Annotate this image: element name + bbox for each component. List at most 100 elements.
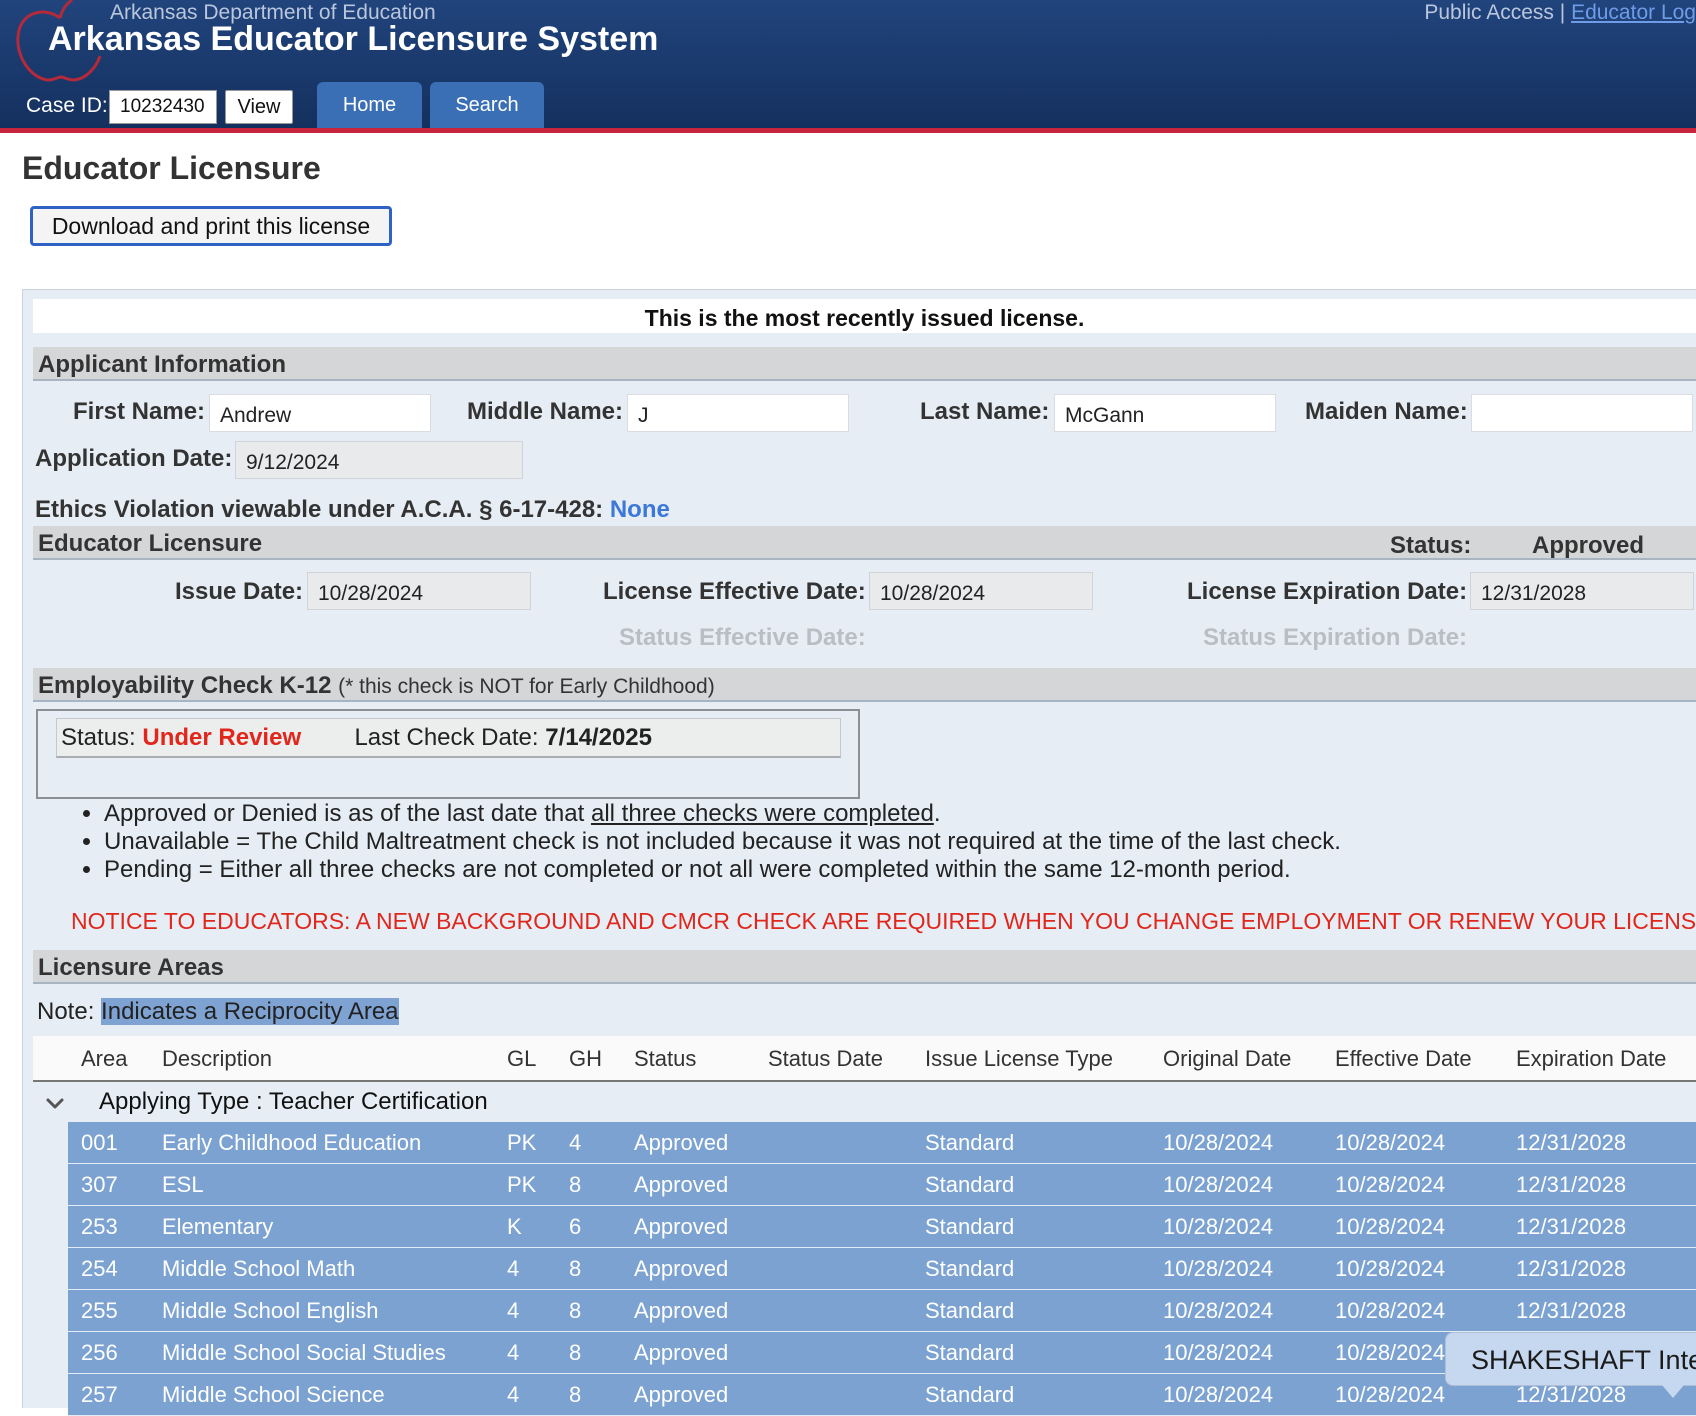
cell-area: 253: [81, 1214, 118, 1239]
ethics-violation-value[interactable]: None: [610, 496, 670, 523]
table-row[interactable]: 001 Early Childhood Education PK 4 Approved S…: [68, 1122, 1696, 1164]
last-name-field: McGann: [1054, 394, 1276, 432]
status-effective-date-label: Status Effective Date:: [619, 624, 866, 651]
link-separator: |: [1559, 1, 1566, 24]
column-header-issue-license-type[interactable]: Issue License Type: [925, 1046, 1113, 1072]
group-label: Applying Type : Teacher Certification: [99, 1088, 488, 1115]
cell-original-date: 10/28/2024: [1163, 1214, 1274, 1239]
top-links: Public Access | Educator Log: [1424, 1, 1696, 25]
column-header-gh[interactable]: GH: [569, 1046, 602, 1072]
column-header-area[interactable]: Area: [81, 1046, 127, 1072]
cell-gl: 4: [507, 1298, 520, 1323]
license-effective-date-field: 10/28/2024: [869, 572, 1093, 610]
ethics-violation: Ethics Violation viewable under A.C.A. §…: [35, 496, 670, 524]
cell-effective-date: 10/28/2024: [1335, 1256, 1446, 1281]
cell-gh: 8: [569, 1256, 582, 1281]
tooltip-tail: [1662, 1385, 1684, 1398]
cell-description: Elementary: [162, 1214, 274, 1239]
legend-item-unavailable: Unavailable = The Child Maltreatment che…: [104, 828, 1341, 856]
table-header: Area Description GL GH Status Status Dat…: [33, 1036, 1696, 1082]
column-header-status-date[interactable]: Status Date: [768, 1046, 883, 1072]
table-row[interactable]: 254 Middle School Math 4 8 Approved Standard 1…: [68, 1248, 1696, 1290]
employability-note: (* this check is NOT for Early Childhood…: [338, 675, 715, 698]
section-licensure-areas: Licensure Areas: [33, 950, 1696, 984]
cell-expiration-date: 12/31/2028: [1516, 1130, 1627, 1155]
cell-gl: K: [507, 1214, 522, 1239]
tab-home[interactable]: Home: [317, 82, 422, 128]
cell-effective-date: 10/28/2024: [1335, 1298, 1446, 1323]
table-row[interactable]: 307 ESL PK 8 Approved Standard 10/28/2024 10/28…: [68, 1164, 1696, 1206]
public-access-link[interactable]: Public Access: [1424, 1, 1554, 24]
cell-status: Approved: [634, 1256, 729, 1281]
employability-legend: Approved or Denied is as of the last dat…: [78, 800, 1341, 884]
column-header-expiration-date[interactable]: Expiration Date: [1516, 1046, 1666, 1072]
cell-area: 257: [81, 1382, 118, 1407]
cell-original-date: 10/28/2024: [1163, 1172, 1274, 1197]
download-license-button[interactable]: Download and print this license: [30, 206, 392, 246]
cell-original-date: 10/28/2024: [1163, 1340, 1274, 1365]
view-button[interactable]: View: [225, 90, 293, 124]
cell-description: Middle School Science: [162, 1382, 385, 1407]
column-header-gl[interactable]: GL: [507, 1046, 536, 1072]
last-check-label: Last Check Date:: [354, 724, 539, 751]
table-row[interactable]: 253 Elementary K 6 Approved Standard 10/28/202…: [68, 1206, 1696, 1248]
cell-effective-date: 10/28/2024: [1335, 1340, 1446, 1365]
license-expiration-date-field: 12/31/2028: [1470, 572, 1694, 610]
cell-original-date: 10/28/2024: [1163, 1382, 1274, 1407]
cell-gh: 8: [569, 1298, 582, 1323]
cell-area: 256: [81, 1340, 118, 1365]
chat-tooltip[interactable]: SHAKESHAFT Inte: [1445, 1332, 1696, 1386]
cell-issue-license-type: Standard: [925, 1130, 1015, 1155]
cell-area: 255: [81, 1298, 118, 1323]
cell-status: Approved: [634, 1298, 729, 1323]
chevron-down-icon[interactable]: [42, 1090, 68, 1116]
group-row-teacher-certification: Applying Type : Teacher Certification: [33, 1082, 1696, 1122]
cell-description: Middle School Social Studies: [162, 1340, 446, 1365]
case-id-input[interactable]: 10232430: [109, 90, 217, 124]
page-title: Educator Licensure: [22, 150, 321, 186]
application-date-field: 9/12/2024: [235, 441, 523, 479]
cell-status: Approved: [634, 1214, 729, 1239]
cell-expiration-date: 12/31/2028: [1516, 1298, 1627, 1323]
column-header-status[interactable]: Status: [634, 1046, 696, 1072]
status-expiration-date-label: Status Expiration Date:: [1203, 624, 1468, 651]
cell-gl: 4: [507, 1340, 520, 1365]
cell-effective-date: 10/28/2024: [1335, 1382, 1446, 1407]
table-row[interactable]: 255 Middle School English 4 8 Approved Standa…: [68, 1290, 1696, 1332]
cell-issue-license-type: Standard: [925, 1214, 1015, 1239]
cell-issue-license-type: Standard: [925, 1382, 1015, 1407]
cell-issue-license-type: Standard: [925, 1256, 1015, 1281]
cell-expiration-date: 12/31/2028: [1516, 1256, 1627, 1281]
cell-description: ESL: [162, 1172, 204, 1197]
cell-gh: 8: [569, 1340, 582, 1365]
issue-date-field: 10/28/2024: [307, 572, 531, 610]
cell-gh: 8: [569, 1172, 582, 1197]
reciprocity-legend: Indicates a Reciprocity Area: [101, 998, 399, 1025]
cell-area: 254: [81, 1256, 118, 1281]
legend-item-pending: Pending = Either all three checks are no…: [104, 856, 1341, 884]
employability-status-label: Status:: [61, 724, 136, 751]
cell-status: Approved: [634, 1172, 729, 1197]
license-expiration-date-label: License Expiration Date:: [1187, 578, 1468, 605]
cell-expiration-date: 12/31/2028: [1516, 1172, 1627, 1197]
last-check-date: 7/14/2025: [545, 724, 652, 751]
cell-area: 001: [81, 1130, 118, 1155]
license-status-label: Status:: [1390, 532, 1472, 559]
employability-status-value: Under Review: [142, 724, 302, 751]
cell-gh: 6: [569, 1214, 582, 1239]
cell-description: Early Childhood Education: [162, 1130, 422, 1155]
cell-status: Approved: [634, 1130, 729, 1155]
tab-search[interactable]: Search: [430, 82, 544, 128]
column-header-original-date[interactable]: Original Date: [1163, 1046, 1291, 1072]
cell-description: Middle School English: [162, 1298, 379, 1323]
cell-gh: 8: [569, 1382, 582, 1407]
column-header-description[interactable]: Description: [162, 1046, 272, 1072]
educator-login-link[interactable]: Educator Log: [1571, 1, 1696, 24]
reciprocity-note: Note: Indicates a Reciprocity Area: [37, 998, 399, 1026]
license-status-value: Approved: [1532, 532, 1645, 559]
cell-gl: PK: [507, 1172, 537, 1197]
column-header-effective-date[interactable]: Effective Date: [1335, 1046, 1472, 1072]
background-check-notice: NOTICE TO EDUCATORS: A NEW BACKGROUND AN…: [71, 908, 1696, 934]
cell-issue-license-type: Standard: [925, 1172, 1015, 1197]
cell-expiration-date: 12/31/2028: [1516, 1214, 1627, 1239]
